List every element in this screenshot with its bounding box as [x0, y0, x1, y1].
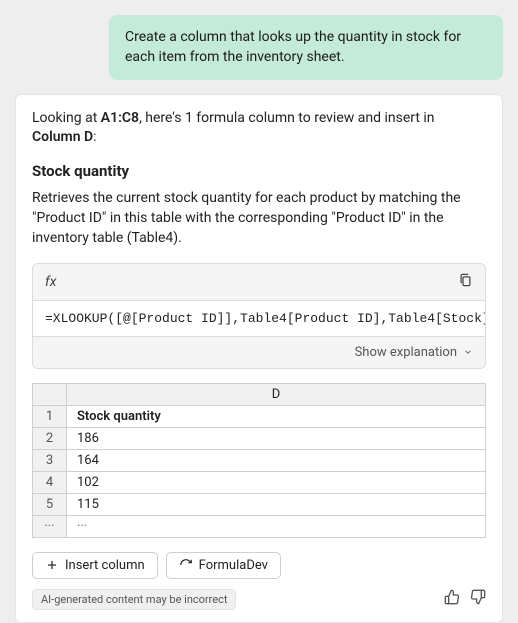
formula-text[interactable]: =XLOOKUP([@[Product ID]],Table4[Product … [33, 301, 485, 336]
plus-icon [45, 558, 59, 572]
insert-column-button[interactable]: Insert column [32, 552, 158, 579]
corner-cell [33, 384, 67, 405]
table-row: 4 102 [33, 472, 485, 494]
row-number: 5 [33, 494, 67, 515]
table-row: 2 186 [33, 428, 485, 450]
action-row: Insert column FormulaDev [32, 552, 486, 579]
table-column-header-row: D [33, 384, 485, 406]
column-letter: D [67, 384, 485, 405]
loop-icon [179, 558, 193, 572]
intro-text: Looking at A1:C8, here's 1 formula colum… [32, 109, 486, 148]
data-cell: ··· [67, 516, 485, 537]
intro-mid: , here's 1 formula column to review and … [139, 110, 434, 126]
copy-icon[interactable] [458, 271, 473, 293]
data-cell: 186 [67, 428, 485, 449]
data-cell: 102 [67, 472, 485, 493]
header-cell: Stock quantity [67, 406, 485, 427]
chevron-down-icon [463, 347, 473, 357]
thumbs-up-icon[interactable] [444, 589, 460, 609]
assistant-card: Looking at A1:C8, here's 1 formula colum… [15, 94, 503, 623]
data-cell: 164 [67, 450, 485, 471]
feedback-buttons [444, 589, 486, 609]
table-row-ellipsis: ··· ··· [33, 516, 485, 537]
show-explanation-toggle[interactable]: Show explanation [33, 336, 485, 368]
preview-table: D 1 Stock quantity 2 186 3 164 4 102 5 1… [32, 383, 486, 538]
intro-range: A1:C8 [101, 110, 139, 126]
ai-disclaimer: AI-generated content may be incorrect [32, 589, 236, 610]
data-cell: 115 [67, 494, 485, 515]
insert-column-label: Insert column [65, 558, 145, 573]
section-title: Stock quantity [32, 162, 486, 180]
table-row: 3 164 [33, 450, 485, 472]
row-number: 3 [33, 450, 67, 471]
formula-header: fx [33, 264, 485, 301]
fx-label: fx [45, 274, 56, 290]
user-message-text: Create a column that looks up the quanti… [125, 29, 461, 65]
row-number: ··· [33, 516, 67, 537]
description-text: Retrieves the current stock quantity for… [32, 188, 486, 249]
row-number: 4 [33, 472, 67, 493]
footer-row: AI-generated content may be incorrect [32, 589, 486, 610]
intro-prefix: Looking at [32, 110, 101, 126]
show-explanation-label: Show explanation [355, 345, 457, 360]
intro-suffix: : [93, 129, 96, 145]
row-number: 1 [33, 406, 67, 427]
formula-block: fx =XLOOKUP([@[Product ID]],Table4[Produ… [32, 263, 486, 369]
intro-col: Column D [32, 129, 93, 145]
formuladev-label: FormulaDev [199, 558, 268, 573]
thumbs-down-icon[interactable] [470, 589, 486, 609]
formuladev-button[interactable]: FormulaDev [166, 552, 281, 579]
user-message: Create a column that looks up the quanti… [109, 15, 503, 80]
table-row: 5 115 [33, 494, 485, 516]
row-number: 2 [33, 428, 67, 449]
table-row: 1 Stock quantity [33, 406, 485, 428]
